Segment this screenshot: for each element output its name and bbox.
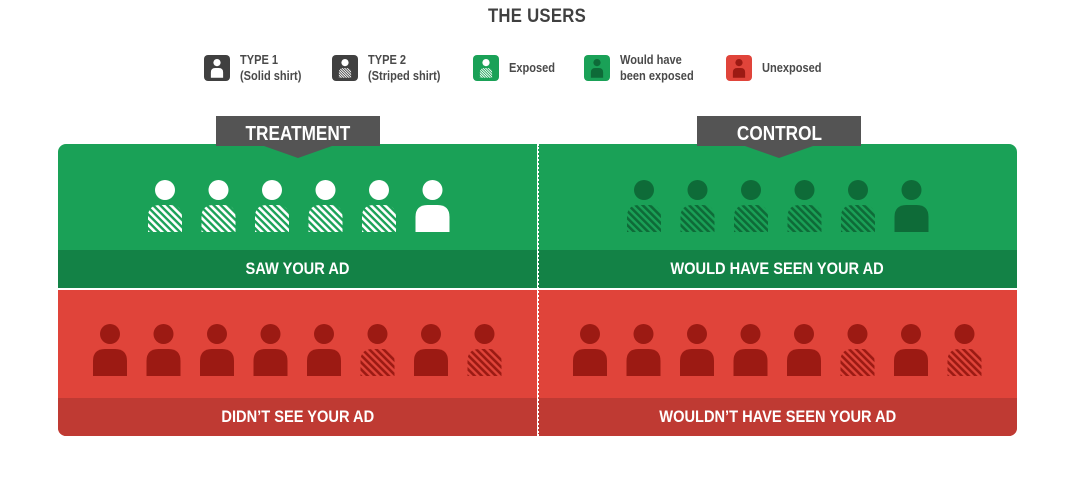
person-solid-icon xyxy=(680,324,714,376)
quadrant-treatment-unexposed: DIDN’T SEE YOUR AD xyxy=(58,290,537,436)
legend-label-exposed: Exposed xyxy=(509,60,556,75)
treatment-label: TREATMENT xyxy=(216,119,380,149)
person-striped-icon xyxy=(201,180,236,232)
person-solid-icon xyxy=(733,324,768,376)
legend-label-unexposed: Unexposed xyxy=(762,60,822,75)
quadrant-control-exposed: WOULD HAVE SEEN YOUR AD xyxy=(538,144,1017,288)
person-striped-icon xyxy=(734,180,768,232)
legend-label-type1: TYPE 1 (Solid shirt) xyxy=(240,52,302,83)
legend-item-type2: TYPE 2 (Striped shirt) xyxy=(332,52,453,84)
band-label: SAW YOUR AD xyxy=(245,259,350,278)
person-striped-icon xyxy=(308,180,343,232)
person-unexposed-icon xyxy=(726,55,753,81)
person-solid-icon xyxy=(414,324,448,376)
person-solid-icon xyxy=(253,324,288,376)
control-tag: CONTROL xyxy=(697,116,861,160)
band-saw-your-ad: SAW YOUR AD xyxy=(58,250,537,288)
page-title: THE USERS xyxy=(487,6,587,27)
person-striped-icon xyxy=(148,180,182,232)
person-striped-icon xyxy=(339,59,352,78)
person-solid-icon xyxy=(894,324,928,376)
quadrant-treatment-exposed: SAW YOUR AD xyxy=(58,144,537,288)
person-exposed-icon xyxy=(473,55,500,81)
legend: TYPE 1 (Solid shirt) TYPE 2 (Striped shi… xyxy=(204,50,852,86)
person-striped-icon xyxy=(467,324,502,376)
legend-item-exposed: Exposed xyxy=(473,55,563,81)
person-striped-icon xyxy=(787,180,822,232)
band-wouldnt-have-seen: WOULDN’T HAVE SEEN YOUR AD xyxy=(538,398,1017,436)
treatment-tag: TREATMENT xyxy=(216,116,380,160)
legend-label-type2: TYPE 2 (Striped shirt) xyxy=(368,52,441,83)
person-striped-icon xyxy=(680,180,715,232)
person-solid-icon xyxy=(204,55,230,81)
person-solid-icon xyxy=(415,180,450,232)
control-label-text: CONTROL xyxy=(736,123,822,145)
person-striped-icon xyxy=(947,324,982,376)
person-striped-icon xyxy=(360,324,395,376)
person-solid-icon xyxy=(210,59,224,78)
person-solid-icon xyxy=(787,324,821,376)
person-solid-icon xyxy=(307,324,341,376)
person-striped-icon xyxy=(627,180,661,232)
band-would-have-seen: WOULD HAVE SEEN YOUR AD xyxy=(538,250,1017,288)
quadrant-control-unexposed: WOULDN’T HAVE SEEN YOUR AD xyxy=(538,290,1017,436)
person-striped-icon xyxy=(332,55,359,81)
band-label: DIDN’T SEE YOUR AD xyxy=(221,407,374,426)
control-label: CONTROL xyxy=(697,119,861,149)
legend-item-would-exposed: Would have been exposed xyxy=(583,52,707,84)
band-label: WOULD HAVE SEEN YOUR AD xyxy=(670,259,885,278)
legend-label-would-exposed: Would have been exposed xyxy=(619,52,694,83)
person-solid-icon xyxy=(733,59,746,78)
band-label: WOULDN’T HAVE SEEN YOUR AD xyxy=(659,407,896,426)
vertical-dotted-divider xyxy=(537,144,539,436)
person-solid-icon xyxy=(93,324,127,376)
person-would-exposed-icon xyxy=(583,55,610,81)
person-solid-icon xyxy=(200,324,234,376)
legend-item-type1: TYPE 1 (Solid shirt) xyxy=(204,52,312,84)
person-striped-icon xyxy=(362,180,396,232)
treatment-label-text: TREATMENT xyxy=(245,123,351,145)
band-didnt-see: DIDN’T SEE YOUR AD xyxy=(58,398,537,436)
person-solid-icon xyxy=(590,59,603,78)
person-solid-icon xyxy=(626,324,661,376)
person-striped-icon xyxy=(840,324,875,376)
users-board: SAW YOUR AD WOULD HAVE SEEN YOUR AD DIDN… xyxy=(58,144,1017,436)
legend-item-unexposed: Unexposed xyxy=(726,55,832,81)
person-solid-icon xyxy=(894,180,929,232)
person-solid-icon xyxy=(573,324,607,376)
person-striped-icon xyxy=(255,180,289,232)
person-striped-icon xyxy=(841,180,875,232)
person-solid-icon xyxy=(146,324,181,376)
person-striped-icon xyxy=(480,59,493,78)
